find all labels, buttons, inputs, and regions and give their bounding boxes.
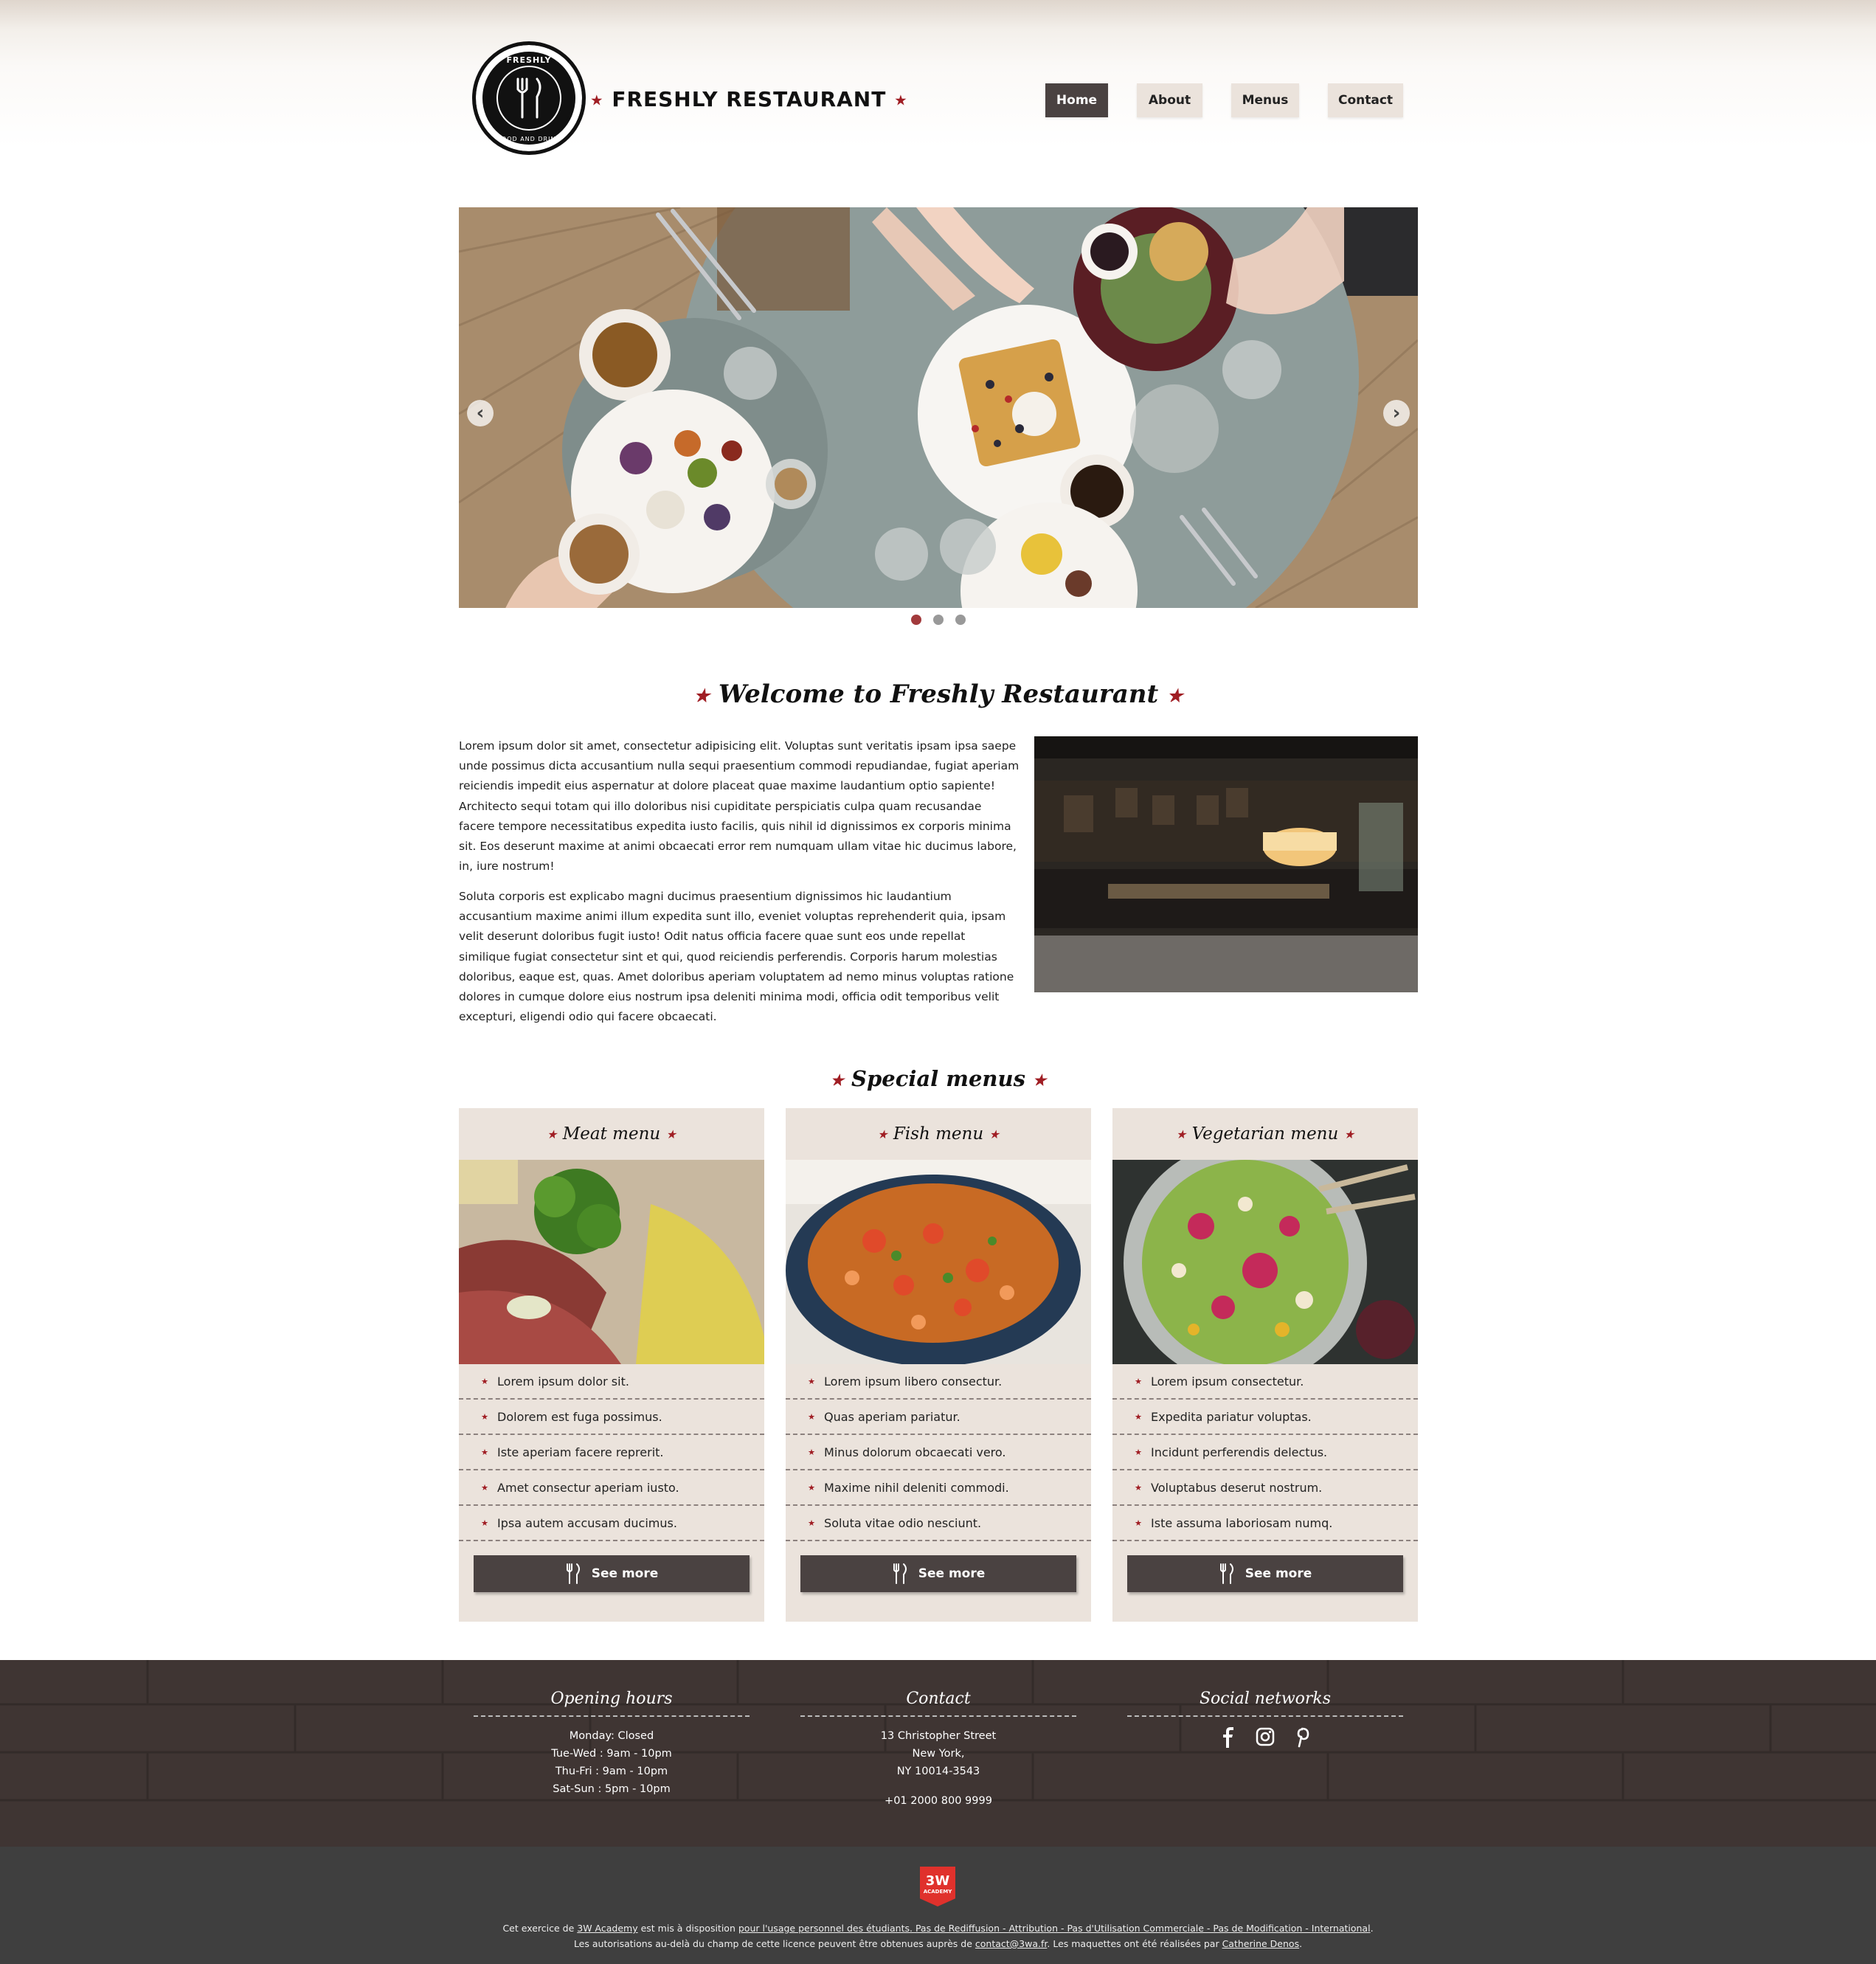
fish-menu-list: ★ Lorem ipsum libero consectur. ★ Quas ape… (786, 1364, 1091, 1541)
fork-knife-icon (893, 1563, 907, 1584)
welcome-paragraph-2: Soluta corporis est explicabo magni duci… (459, 890, 1014, 1024)
slider-dot-3[interactable] (955, 615, 966, 625)
card-title: ★ Vegetarian menu ★ (1175, 1124, 1355, 1144)
chevron-right-icon: › (1392, 402, 1401, 424)
list-item: ★ Lorem ipsum consectetur. (1112, 1364, 1418, 1400)
instagram-icon[interactable] (1256, 1727, 1275, 1746)
list-item: ★ Expedita pariatur voluptas. (1112, 1400, 1418, 1435)
card-title: ★ Fish menu ★ (877, 1124, 1000, 1144)
contact-title: Contact (800, 1690, 1076, 1717)
vegetarian-menu-list: ★ Lorem ipsum consectetur. ★ Expedita pari… (1112, 1364, 1418, 1541)
address-line: 13 Christopher Street (880, 1730, 997, 1742)
legal-line-2: Les autorisations au-delà du champ de ce… (573, 1938, 1303, 1949)
list-item: ★ Ipsa autem accusam ducimus. (459, 1506, 764, 1541)
list-item: ★ Dolorem est fuga possimus. (459, 1400, 764, 1435)
fish-menu-card: ★ Fish menu ★ ★ Lorem ipsum libero consec… (786, 1108, 1091, 1622)
meat-dish-image (459, 1160, 764, 1364)
fish-see-more-button[interactable]: See more (800, 1555, 1076, 1592)
logo-top-text: FRESHLY (506, 55, 552, 65)
slider-next-button[interactable]: › (1383, 400, 1410, 426)
hours-line: Tue-Wed : 9am - 10pm (551, 1748, 672, 1760)
social-title: Social networks (1127, 1690, 1403, 1717)
legal-line-1: Cet exercice de 3W Academy est mis à dis… (502, 1923, 1374, 1934)
email-link[interactable]: contact@3wa.fr (975, 1938, 1047, 1949)
site-header (0, 0, 1876, 184)
hours-line: Sat-Sun : 5pm - 10pm (553, 1783, 671, 1795)
restaurant-interior-image (1034, 736, 1418, 992)
vegetarian-dish-image (1112, 1160, 1418, 1364)
list-item: ★ Quas aperiam pariatur. (786, 1400, 1091, 1435)
nav-about[interactable]: About (1137, 83, 1202, 117)
brand-title: ★ FRESHLY RESTAURANT ★ (590, 87, 908, 111)
slider-prev-button[interactable]: ‹ (467, 400, 494, 426)
author-link[interactable]: Catherine Denos (1222, 1938, 1300, 1949)
meat-menu-list: ★ Lorem ipsum dolor sit. ★ Dolorem est fug… (459, 1364, 764, 1541)
list-item: ★ Soluta vitae odio nesciunt. (786, 1506, 1091, 1541)
list-item: ★ Iste assuma laboriosam numq. (1112, 1506, 1418, 1541)
fork-knife-icon (496, 66, 561, 131)
slider-dot-2[interactable] (933, 615, 944, 625)
list-item: ★ Iste aperiam facere reprerit. (459, 1435, 764, 1470)
logo-bottom-text: FOOD AND DRINK (497, 136, 561, 142)
address-line: New York, (912, 1748, 965, 1760)
social-networks: Social networks (1127, 1690, 1403, 1748)
chevron-left-icon: ‹ (476, 402, 485, 424)
restaurant-logo[interactable]: FRESHLY FOOD AND DRINK (472, 41, 586, 155)
3w-academy-link[interactable]: 3W Academy (577, 1923, 637, 1934)
hero-slider[interactable] (459, 207, 1418, 608)
list-item: ★ Amet consectur aperiam iusto. (459, 1470, 764, 1506)
list-item: ★ Lorem ipsum libero consectur. (786, 1364, 1091, 1400)
vegetarian-menu-card: ★ Vegetarian menu ★ ★ Lorem ipsum consect… (1112, 1108, 1418, 1622)
card-title: ★ Meat menu ★ (547, 1124, 676, 1144)
address-line: NY 10014-3543 (896, 1766, 980, 1777)
list-item: ★ Voluptabus deserut nostrum. (1112, 1470, 1418, 1506)
nav-contact[interactable]: Contact (1328, 83, 1403, 117)
list-item: ★ Minus dolorum obcaecati vero. (786, 1435, 1091, 1470)
special-menus-title: ★ Special menus ★ (830, 1066, 1047, 1091)
list-item: ★ Maxime nihil deleniti commodi. (786, 1470, 1091, 1506)
pinterest-icon[interactable] (1294, 1727, 1310, 1748)
facebook-icon[interactable] (1220, 1727, 1236, 1748)
contact-info: Contact 13 Christopher Street New York, … (800, 1690, 1076, 1810)
meat-menu-card: ★ Meat menu ★ ★ Lorem ipsum dolor sit. ★ D… (459, 1108, 764, 1622)
fork-knife-icon (566, 1563, 580, 1584)
nav-home[interactable]: Home (1045, 83, 1108, 117)
legal-bar: 3W ACADEMY Cet exercice de 3W Academy est… (0, 1847, 1876, 1964)
slider-dot-1[interactable] (911, 615, 921, 625)
list-item: ★ Lorem ipsum dolor sit. (459, 1364, 764, 1400)
vegetarian-see-more-button[interactable]: See more (1127, 1555, 1403, 1592)
phone-number: +01 2000 800 9999 (885, 1795, 992, 1807)
hours-line: Monday: Closed (569, 1730, 654, 1742)
nav-menus[interactable]: Menus (1231, 83, 1299, 117)
fish-dish-image (786, 1160, 1091, 1364)
welcome-title: ★ Welcome to Freshly Restaurant ★ (693, 680, 1183, 709)
fork-knife-icon (1219, 1563, 1233, 1584)
list-item: ★ Incidunt perferendis delectus. (1112, 1435, 1418, 1470)
meat-see-more-button[interactable]: See more (474, 1555, 750, 1592)
hero-image (459, 207, 1418, 608)
hours-line: Thu-Fri : 9am - 10pm (555, 1766, 668, 1777)
opening-hours: Opening hours Monday: Closed Tue-Wed : 9… (474, 1690, 750, 1798)
welcome-paragraph-1: Lorem ipsum dolor sit amet, consectetur … (459, 739, 1020, 874)
opening-hours-title: Opening hours (474, 1690, 750, 1717)
3w-academy-logo[interactable]: 3W ACADEMY (920, 1867, 955, 1906)
license-link[interactable]: pour l'usage personnel des étudiants. Pa… (738, 1923, 1371, 1934)
